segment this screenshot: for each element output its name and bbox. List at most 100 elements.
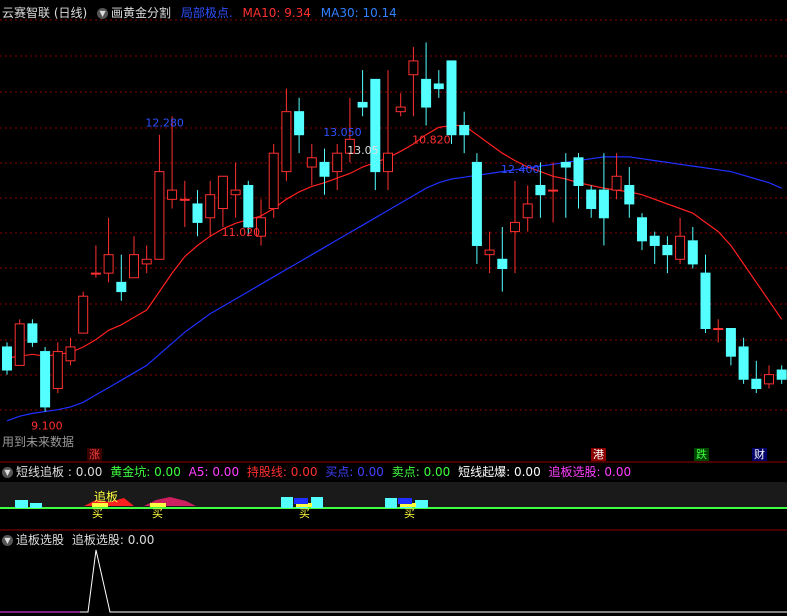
candle-body xyxy=(116,281,127,293)
candle-body xyxy=(217,175,228,210)
candle-body xyxy=(700,272,711,329)
extreme-price-label: 12.280 xyxy=(145,117,184,130)
sub1-value-burst: 短线起爆: 0.00 xyxy=(458,465,541,479)
candle-body xyxy=(141,258,152,265)
candle-body xyxy=(230,189,241,196)
sub1-title[interactable]: 短线追板 xyxy=(16,465,64,479)
extreme-price-label: 13.05 xyxy=(347,144,379,157)
candle-body xyxy=(65,346,76,362)
candle-body xyxy=(433,83,444,90)
chase-select-indicator-panel[interactable] xyxy=(0,549,787,613)
candle-body xyxy=(459,125,470,136)
candle-body xyxy=(598,189,609,219)
candle-body xyxy=(167,189,178,200)
stock-chart[interactable]: 9.100 12.280 11.020 13.050 13.05 10.820 12.400… xyxy=(0,0,787,616)
event-tag-finance[interactable]: 财 xyxy=(752,448,767,461)
local-extreme-label: 局部极点. xyxy=(180,6,233,20)
candle-body xyxy=(154,171,165,260)
candle-body xyxy=(103,254,114,274)
candle-body xyxy=(268,152,279,210)
candle-body xyxy=(586,189,597,210)
extreme-price-label: 12.400 xyxy=(501,163,540,176)
chase-select-line xyxy=(0,549,787,613)
candle-body xyxy=(446,60,457,136)
candle-body xyxy=(90,272,101,275)
indicator-bar xyxy=(415,500,428,508)
candle-body xyxy=(738,346,749,380)
collapse-icon[interactable]: ▼ xyxy=(2,467,13,478)
collapse-icon[interactable]: ▼ xyxy=(2,535,13,546)
sub2-value: 追板选股: 0.00 xyxy=(71,533,155,547)
indicator-bar xyxy=(15,500,28,508)
candle-body xyxy=(370,78,381,173)
ma10-value: MA10: 9.34 xyxy=(242,6,311,20)
candle-body xyxy=(205,194,216,219)
candle-body xyxy=(40,351,51,408)
short-chase-indicator-panel[interactable]: 买买买买 xyxy=(0,482,787,520)
candle-body xyxy=(78,295,89,334)
indicator-bar xyxy=(385,498,397,508)
candle-body xyxy=(179,198,190,201)
buy-point-marker xyxy=(398,498,412,504)
event-tag-fall[interactable]: 跌 xyxy=(694,448,709,461)
candle-body xyxy=(662,244,673,256)
candle-body xyxy=(687,240,698,265)
candlestick-series[interactable] xyxy=(2,42,787,412)
sub2-title[interactable]: 追板选股 xyxy=(16,533,64,547)
stock-title: 云赛智联 (日线) xyxy=(2,6,88,20)
candle-body xyxy=(522,203,533,219)
candle-body xyxy=(306,157,317,168)
candle-body xyxy=(484,249,495,256)
candle-body xyxy=(675,235,686,260)
candle-body xyxy=(192,203,203,223)
buy-point-marker xyxy=(294,498,308,504)
buy-signal-label: 买 xyxy=(299,507,310,520)
grid-lines xyxy=(0,19,787,531)
candle-body xyxy=(713,328,724,330)
sub1-value-sell-point: 卖点: 0.00 xyxy=(391,465,451,479)
sub2-header: ▼ 追板选股 追板选股: 0.00 xyxy=(2,533,154,547)
candle-body xyxy=(52,351,63,389)
candle-body xyxy=(764,374,774,385)
sub1-value-golden-pit: 黄金坑: 0.00 xyxy=(110,465,181,479)
extreme-price-label: 10.820 xyxy=(412,134,451,147)
extreme-price-label: 11.020 xyxy=(222,226,261,239)
candle-body xyxy=(408,60,419,76)
candle-body xyxy=(548,189,559,192)
event-tag-hk[interactable]: 港 xyxy=(591,448,606,461)
candle-body xyxy=(332,152,343,173)
candle-body xyxy=(649,235,660,246)
candle-body xyxy=(395,106,406,113)
chase-board-label: 追板 xyxy=(94,490,119,504)
event-tag-rise[interactable]: 涨 xyxy=(87,448,102,461)
sub1-value-buy-point: 买点: 0.00 xyxy=(325,465,384,479)
future-data-label: 用到未来数据 xyxy=(2,435,75,449)
candle-body xyxy=(281,111,292,173)
candle-body xyxy=(637,217,647,242)
candle-body xyxy=(319,161,330,177)
indicator-bar xyxy=(30,503,42,508)
buy-signal-label: 买 xyxy=(152,507,163,520)
indicator-name[interactable]: 画黄金分割 xyxy=(111,6,171,20)
indicator-bar xyxy=(311,497,323,508)
candle-body xyxy=(129,254,139,279)
candle-body xyxy=(725,328,736,357)
candle-body xyxy=(611,175,622,191)
candle-body xyxy=(383,152,393,173)
candle-body xyxy=(294,111,305,136)
buy-signal-label: 买 xyxy=(92,507,103,520)
candle-body xyxy=(357,101,368,108)
candle-body xyxy=(776,369,787,380)
sub1-value-a5: A5: 0.00 xyxy=(188,465,240,479)
candle-body xyxy=(573,157,584,186)
extreme-price-label: 13.050 xyxy=(323,126,362,139)
candle-body xyxy=(2,346,12,371)
sub1-header: ▼ 短线追板 : 0.00 黄金坑: 0.00 A5: 0.00 持股线: 0.0… xyxy=(2,465,631,479)
sub1-value-chase-select: 追板选股: 0.00 xyxy=(548,465,632,479)
candle-body xyxy=(14,323,25,366)
collapse-icon[interactable]: ▼ xyxy=(97,8,109,19)
ma10-line xyxy=(6,124,783,359)
ma10-polyline xyxy=(6,124,783,359)
candle-body xyxy=(751,378,762,389)
candle-body xyxy=(421,78,432,108)
